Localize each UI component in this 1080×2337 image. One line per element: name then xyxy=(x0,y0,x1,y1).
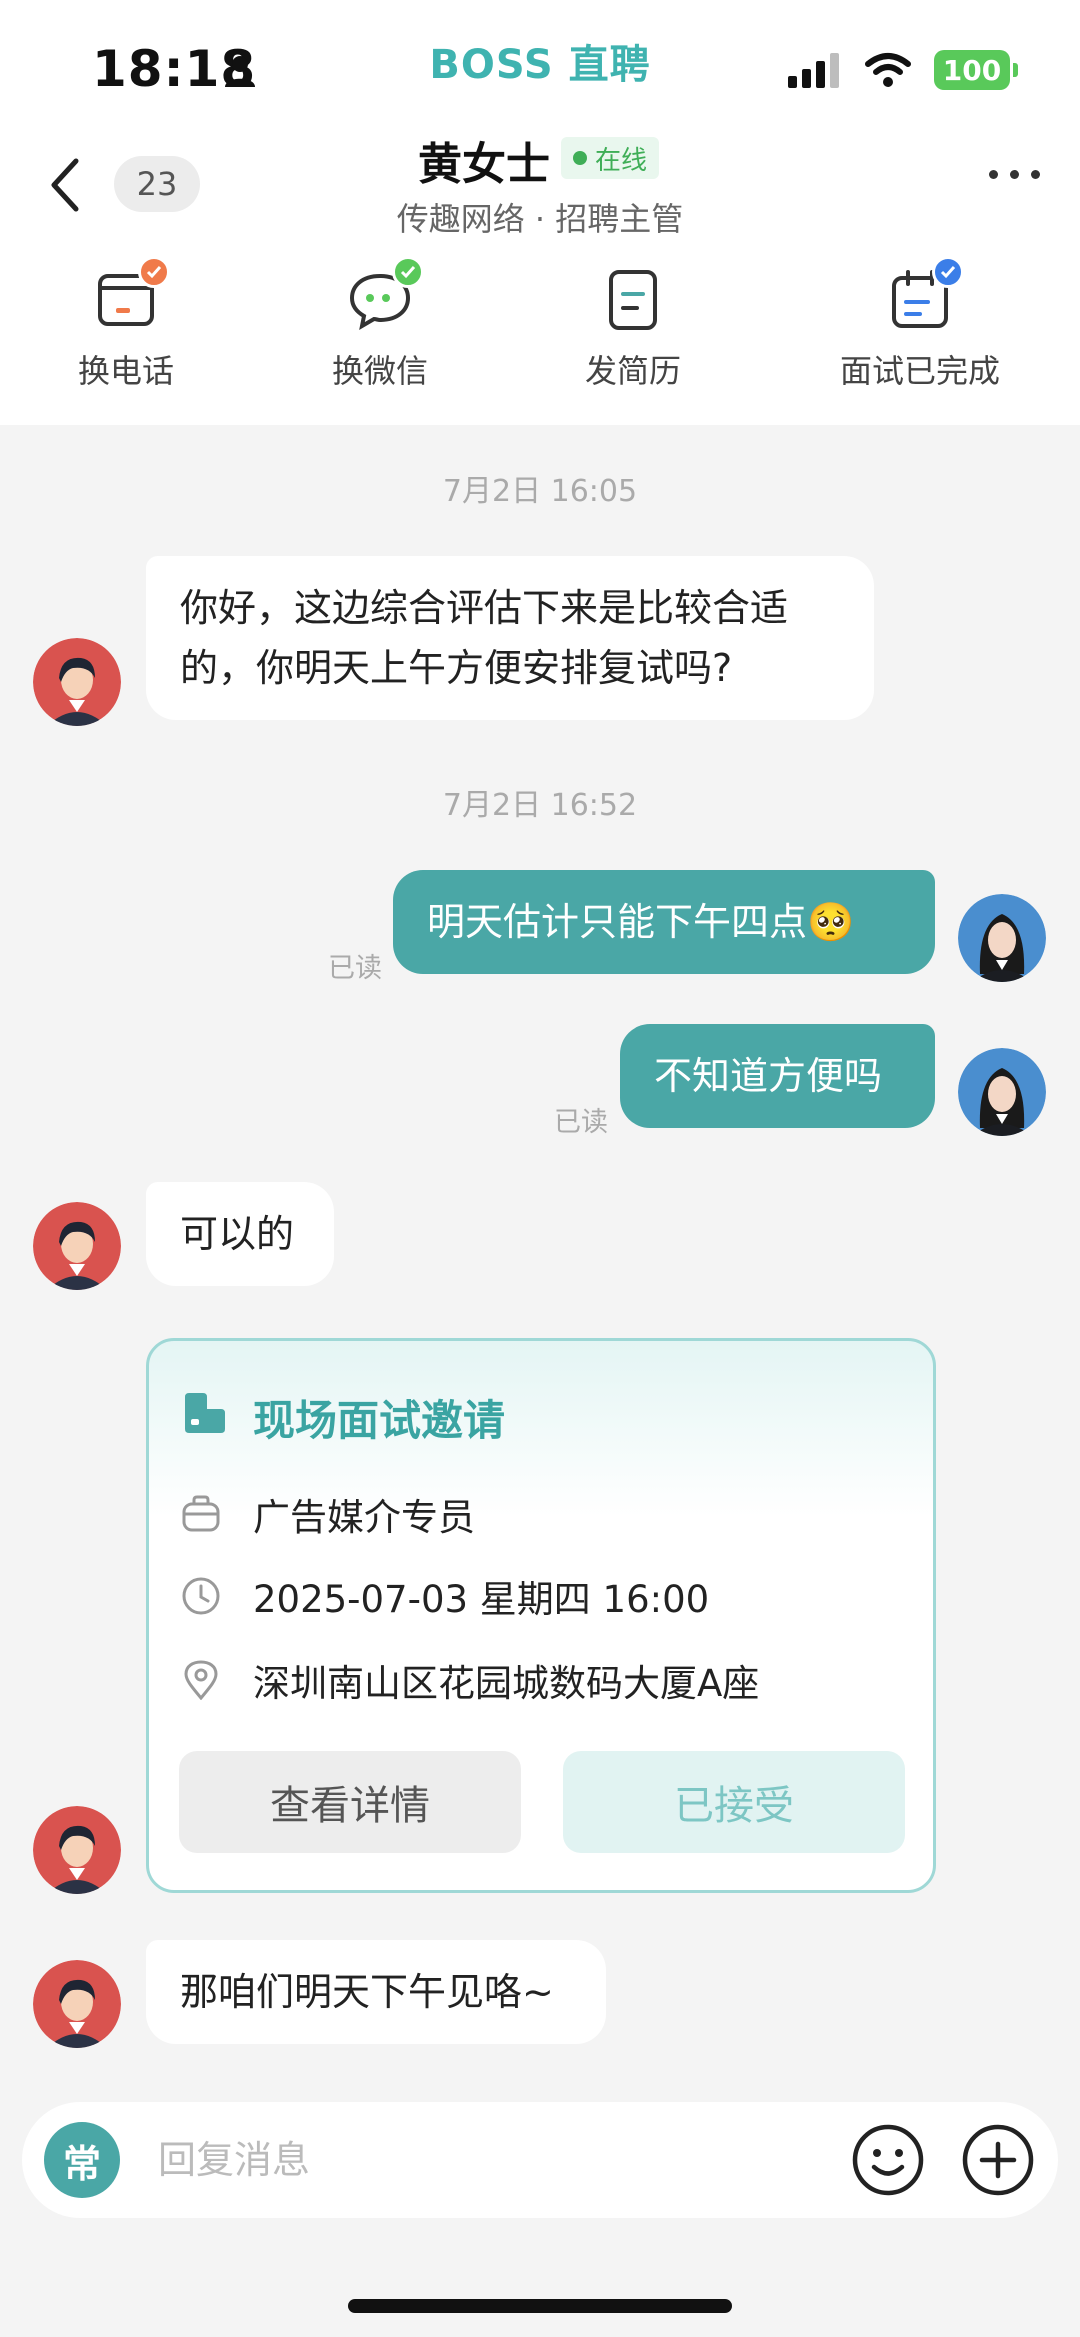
common-phrases-button[interactable]: 常 xyxy=(44,2122,120,2198)
dot-icon xyxy=(1010,170,1019,179)
wechat-swap-icon xyxy=(348,256,424,332)
check-badge-icon xyxy=(392,256,424,288)
add-icon[interactable] xyxy=(960,2122,1036,2198)
datetime-text: 2025-07-03 星期四 16:00 xyxy=(253,1578,710,1621)
action-swap-phone[interactable]: 换电话 xyxy=(56,256,196,392)
card-title: 现场面试邀请 xyxy=(253,1396,506,1445)
phone-swap-icon xyxy=(94,256,170,332)
outgoing-message[interactable]: 明天估计只能下午四点🥺 xyxy=(393,870,935,974)
wifi-icon xyxy=(865,53,911,87)
recruiter-avatar[interactable] xyxy=(33,1202,121,1290)
recruiter-avatar[interactable] xyxy=(33,638,121,726)
emoji-icon[interactable] xyxy=(850,2122,926,2198)
timestamp: 7月2日 16:52 xyxy=(442,788,638,823)
chat-screen: 18:18 BOSS 直聘 100 23 黄女士 在线 传趣网络 · 招聘主管 … xyxy=(0,0,1080,2337)
read-receipt: 已读 xyxy=(554,1107,608,1138)
dot-icon xyxy=(989,170,998,179)
online-label: 在线 xyxy=(595,145,648,176)
interview-done-icon xyxy=(888,256,964,332)
chat-header: 18:18 BOSS 直聘 100 23 黄女士 在线 传趣网络 · 招聘主管 … xyxy=(0,0,1080,425)
read-receipt: 已读 xyxy=(328,953,382,984)
more-options-button[interactable] xyxy=(989,170,1040,179)
view-details-button[interactable]: 查看详情 xyxy=(179,1751,521,1853)
signal-icon xyxy=(788,53,839,88)
incoming-message[interactable]: 你好，这边综合评估下来是比较合适的，你明天上午方便安排复试吗? xyxy=(146,556,874,720)
accepted-button[interactable]: 已接受 xyxy=(563,1751,905,1853)
check-badge-icon xyxy=(138,256,170,288)
status-indicators: 100 xyxy=(788,50,1018,90)
action-swap-wechat[interactable]: 换微信 xyxy=(310,256,450,392)
check-badge-icon xyxy=(932,256,964,288)
interview-invitation-card[interactable]: 现场面试邀请 广告媒介专员 2025-07-03 星期四 16:00 深圳南山区… xyxy=(146,1338,936,1893)
invitation-icon xyxy=(185,1393,225,1433)
briefcase-icon xyxy=(181,1494,221,1534)
action-send-resume[interactable]: 发简历 xyxy=(563,268,703,392)
action-label: 发简历 xyxy=(584,352,681,390)
resume-icon xyxy=(601,268,665,332)
position-text: 广告媒介专员 xyxy=(253,1496,475,1539)
location-text: 深圳南山区花园城数码大厦A座 xyxy=(253,1662,760,1705)
recruiter-avatar[interactable] xyxy=(33,1960,121,2048)
position-row: 广告媒介专员 xyxy=(181,1487,475,1541)
incoming-message[interactable]: 那咱们明天下午见咯~ xyxy=(146,1940,606,2044)
clock-icon xyxy=(181,1576,221,1616)
battery-indicator: 100 xyxy=(934,50,1018,90)
online-dot-icon xyxy=(573,151,587,165)
pleading-face-emoji: 🥺 xyxy=(807,900,855,944)
incoming-message[interactable]: 可以的 xyxy=(146,1182,334,1286)
my-avatar[interactable] xyxy=(958,894,1046,982)
reply-input[interactable] xyxy=(158,2130,718,2190)
contact-subtitle: 传趣网络 · 招聘主管 xyxy=(396,200,684,238)
action-label: 面试已完成 xyxy=(839,352,1000,390)
location-pin-icon xyxy=(181,1660,221,1700)
action-interview-done[interactable]: 面试已完成 xyxy=(820,256,1020,392)
action-label: 换微信 xyxy=(331,352,428,390)
contact-name: 黄女士 xyxy=(418,139,550,190)
action-label: 换电话 xyxy=(77,352,174,390)
timestamp: 7月2日 16:05 xyxy=(442,474,638,509)
dot-icon xyxy=(1031,170,1040,179)
location-row: 深圳南山区花园城数码大厦A座 xyxy=(181,1653,759,1707)
message-input-bar: 常 xyxy=(22,2102,1058,2218)
datetime-row: 2025-07-03 星期四 16:00 xyxy=(181,1569,709,1623)
message-text: 明天估计只能下午四点 xyxy=(427,900,808,944)
quick-actions: 换电话 换微信 发简历 面试已完成 xyxy=(0,256,1080,398)
recruiter-avatar[interactable] xyxy=(33,1806,121,1894)
home-indicator[interactable] xyxy=(348,2299,732,2313)
outgoing-message[interactable]: 不知道方便吗 xyxy=(620,1024,935,1128)
online-status-badge: 在线 xyxy=(561,137,660,179)
my-avatar[interactable] xyxy=(958,1048,1046,1136)
